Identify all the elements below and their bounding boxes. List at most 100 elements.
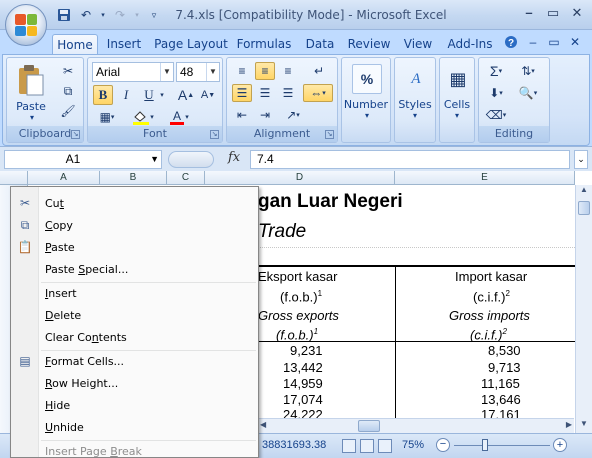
menu-item-clear-contents[interactable]: Clear Contents [11, 327, 258, 348]
tab-review[interactable]: Review [346, 34, 392, 54]
alignment-launcher-icon[interactable]: ↘ [325, 130, 334, 139]
underline-button[interactable]: U [139, 85, 159, 105]
font-size-combo[interactable]: 48 ▼ [176, 62, 220, 82]
vertical-scroll-thumb[interactable] [578, 201, 590, 215]
orientation-icon[interactable]: ↗ ▾ [278, 106, 308, 124]
borders-icon[interactable]: ▦ ▾ [93, 108, 121, 126]
cells-icon[interactable]: ▦ [443, 64, 473, 94]
format-painter-icon[interactable]: 🖌 [59, 102, 77, 120]
styles-button[interactable]: Styles [395, 98, 435, 111]
scroll-right-icon[interactable]: ▶ [566, 420, 572, 429]
zoom-out-icon[interactable]: − [436, 438, 450, 452]
ribbon-restore-icon[interactable]: ▭ [546, 35, 562, 51]
autosum-icon[interactable]: Σ ▾ [483, 62, 509, 80]
font-launcher-icon[interactable]: ↘ [210, 130, 219, 139]
menu-item-cut[interactable]: ✂ Cut [11, 193, 258, 214]
help-icon[interactable]: ? [503, 35, 519, 51]
column-header-c[interactable]: C [167, 171, 205, 185]
number-format-icon[interactable]: % [352, 64, 382, 94]
align-right-icon[interactable]: ☰ [278, 84, 298, 102]
tab-home[interactable]: Home [52, 34, 98, 54]
number-button[interactable]: Number [342, 98, 390, 111]
tab-page-layout[interactable]: Page Layout [153, 34, 229, 54]
select-all-button[interactable] [0, 171, 28, 185]
cut-icon[interactable]: ✂ [59, 62, 77, 80]
minimize-button[interactable]: – [518, 4, 540, 22]
paste-icon[interactable] [15, 62, 47, 98]
menu-item-copy[interactable]: ⧉ Copy [11, 215, 258, 236]
clipboard-launcher-icon[interactable]: ↘ [71, 130, 80, 139]
font-name-combo[interactable]: Arial ▼ [92, 62, 174, 82]
menu-item-insert-page-break[interactable]: Insert Page Break [11, 441, 258, 458]
shrink-font-icon[interactable]: A ▼ [198, 85, 218, 105]
find-select-icon[interactable]: 🔍 ▾ [513, 84, 543, 102]
ribbon-close-icon[interactable]: ✕ [567, 35, 583, 51]
align-bottom-icon[interactable]: ≡ [278, 62, 298, 80]
zoom-slider-track[interactable] [454, 445, 550, 446]
fill-icon[interactable]: ⬇ ▾ [483, 84, 509, 102]
cells-dropdown-icon[interactable]: ▾ [452, 111, 462, 120]
insert-function-icon[interactable]: fx [228, 150, 240, 165]
paste-button[interactable]: Paste [11, 100, 51, 113]
page-break-preview-icon[interactable] [378, 439, 392, 453]
menu-item-paste-special[interactable]: Paste Special... [11, 259, 258, 280]
menu-item-row-height[interactable]: Row Height... [11, 373, 258, 394]
formula-input[interactable]: 7.4 [250, 150, 570, 169]
zoom-in-icon[interactable]: + [553, 438, 567, 452]
restore-button[interactable]: ▭ [542, 4, 564, 22]
menu-item-delete[interactable]: Delete [11, 305, 258, 326]
column-header-b[interactable]: B [100, 171, 167, 185]
align-center-icon[interactable]: ☰ [255, 84, 275, 102]
horizontal-scrollbar[interactable]: ◀ ▶ [258, 418, 574, 433]
zoom-slider-thumb[interactable] [482, 439, 488, 451]
styles-icon[interactable]: A [401, 64, 431, 94]
column-header-e[interactable]: E [395, 171, 575, 185]
page-layout-view-icon[interactable] [360, 439, 374, 453]
decrease-indent-icon[interactable]: ⇤ [232, 106, 252, 124]
italic-button[interactable]: I [116, 85, 136, 105]
tab-formulas[interactable]: Formulas [236, 34, 292, 54]
name-box[interactable]: A1 ▼ [4, 150, 162, 169]
merge-center-icon[interactable]: ⇔ ▾ [303, 84, 333, 102]
grow-font-icon[interactable]: A ▲ [176, 85, 196, 105]
menu-item-format-cells[interactable]: ▤ Format Cells... [11, 351, 258, 372]
normal-view-icon[interactable] [342, 439, 356, 453]
tab-view[interactable]: View [399, 34, 437, 54]
number-dropdown-icon[interactable]: ▾ [362, 111, 372, 120]
tab-insert[interactable]: Insert [104, 34, 144, 54]
underline-dropdown-icon[interactable]: ▾ [158, 85, 166, 105]
bold-button[interactable]: B [93, 85, 113, 105]
zoom-level[interactable]: 75% [402, 439, 424, 451]
cells-button[interactable]: Cells [440, 98, 474, 111]
styles-dropdown-icon[interactable]: ▾ [410, 111, 420, 120]
tab-data[interactable]: Data [300, 34, 340, 54]
fill-color-icon[interactable]: ▾ [128, 108, 158, 126]
close-button[interactable]: ✕ [566, 4, 588, 22]
paste-dropdown-icon[interactable]: ▾ [27, 113, 37, 122]
sort-filter-icon[interactable]: ⇅ ▾ [513, 62, 543, 80]
column-header-a[interactable]: A [28, 171, 100, 185]
expand-formula-bar-icon[interactable]: ⌄ [574, 150, 588, 169]
font-color-icon[interactable]: A ▾ [164, 108, 194, 126]
wrap-text-icon[interactable]: ↵ [305, 62, 333, 80]
horizontal-scroll-thumb[interactable] [358, 420, 380, 432]
ribbon-minimize-icon[interactable]: – [525, 35, 541, 51]
column-header-d[interactable]: D [205, 171, 395, 185]
formula-bar-resize-handle[interactable] [168, 151, 214, 168]
align-middle-icon[interactable]: ≡ [255, 62, 275, 80]
menu-item-insert[interactable]: Insert [11, 283, 258, 304]
scroll-down-icon[interactable]: ▼ [576, 419, 592, 433]
tab-add-ins[interactable]: Add-Ins [445, 34, 495, 54]
increase-indent-icon[interactable]: ⇥ [255, 106, 275, 124]
clear-icon[interactable]: ⌫ ▾ [483, 106, 509, 124]
vertical-scrollbar[interactable]: ▲ ▼ [575, 185, 592, 433]
align-left-icon[interactable]: ☰ [232, 84, 252, 102]
copy-icon[interactable]: ⧉ [59, 82, 77, 100]
menu-item-unhide[interactable]: Unhide [11, 417, 258, 438]
menu-item-hide[interactable]: Hide [11, 395, 258, 416]
menu-item-paste[interactable]: 📋 Paste [11, 237, 258, 258]
scroll-up-icon[interactable]: ▲ [576, 185, 592, 199]
office-button[interactable] [5, 4, 47, 46]
align-top-icon[interactable]: ≡ [232, 62, 252, 80]
scroll-left-icon[interactable]: ◀ [260, 420, 266, 429]
